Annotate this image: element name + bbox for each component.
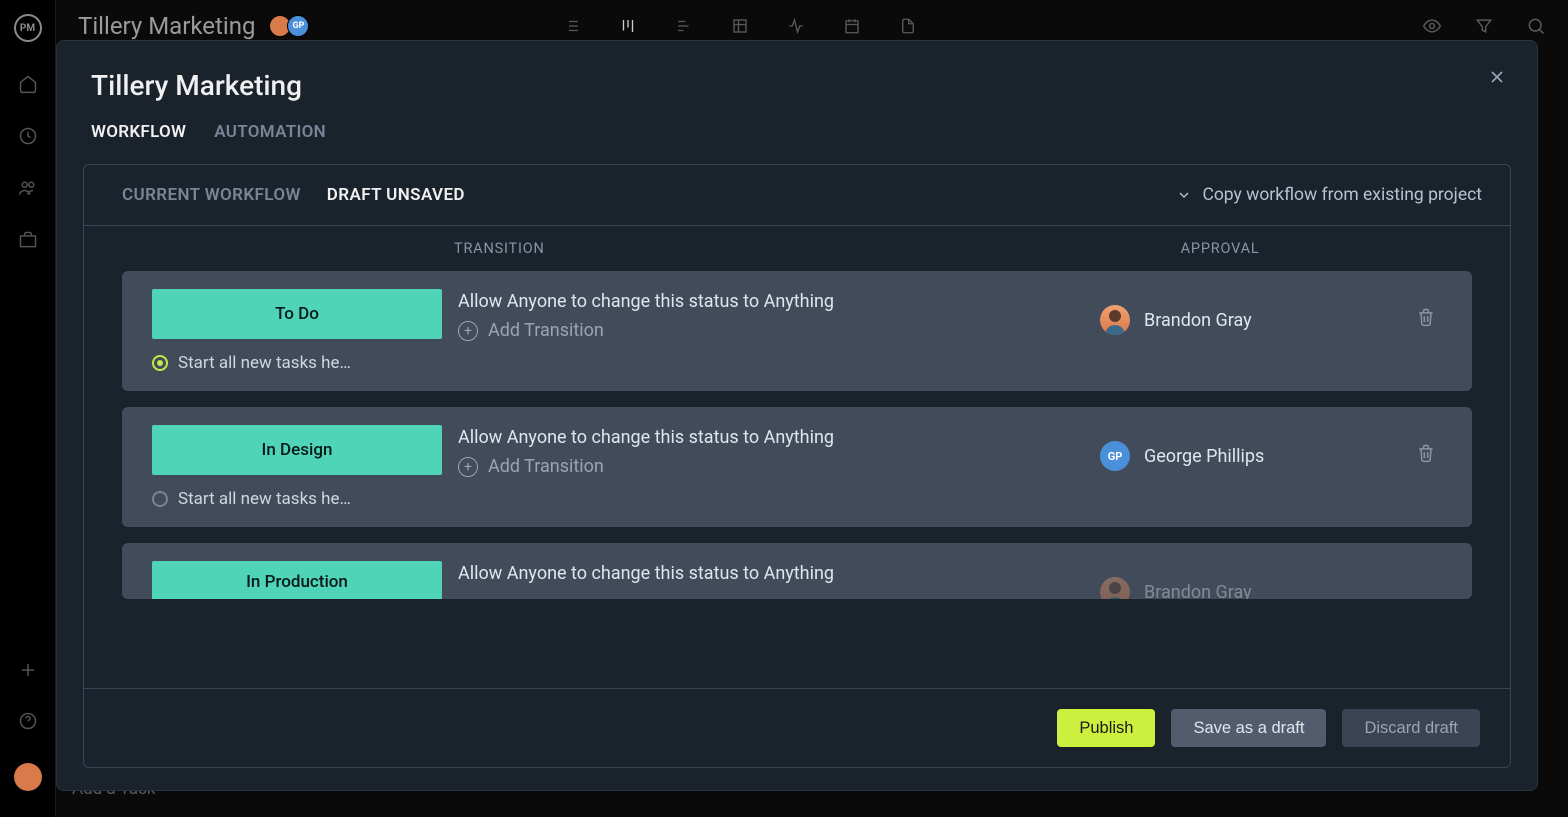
workflow-panel: CURRENT WORKFLOW DRAFT UNSAVED Copy work… bbox=[83, 164, 1511, 768]
modal-header: Tillery Marketing bbox=[57, 41, 1537, 102]
add-transition-label: Add Transition bbox=[488, 456, 604, 477]
transition-text: Allow Anyone to change this status to An… bbox=[458, 563, 1084, 584]
board-view-icon[interactable] bbox=[619, 17, 637, 35]
filter-icon[interactable] bbox=[1474, 16, 1494, 36]
search-icon[interactable] bbox=[1526, 16, 1546, 36]
copy-workflow-label: Copy workflow from existing project bbox=[1202, 185, 1482, 205]
approver-avatar: GP bbox=[1100, 441, 1130, 471]
add-transition-button[interactable]: + Add Transition bbox=[458, 456, 1084, 477]
clock-icon[interactable] bbox=[18, 126, 38, 146]
briefcase-icon[interactable] bbox=[18, 230, 38, 250]
workflow-modal: Tillery Marketing WORKFLOW AUTOMATION CU… bbox=[56, 40, 1538, 791]
workflow-rows: To Do Start all new tasks he… Allow Anyo… bbox=[84, 271, 1510, 688]
chevron-down-icon bbox=[1176, 187, 1192, 203]
workflow-row: In Design Start all new tasks he… Allow … bbox=[122, 407, 1472, 527]
project-title: Tillery Marketing bbox=[78, 12, 255, 40]
transition-text: Allow Anyone to change this status to An… bbox=[458, 427, 1084, 448]
eye-icon[interactable] bbox=[1422, 16, 1442, 36]
tab-automation[interactable]: AUTOMATION bbox=[214, 122, 326, 142]
plus-icon[interactable] bbox=[19, 661, 37, 679]
radio-icon bbox=[152, 355, 168, 371]
user-avatar[interactable] bbox=[14, 763, 42, 791]
save-draft-button[interactable]: Save as a draft bbox=[1171, 709, 1326, 747]
start-label: Start all new tasks he… bbox=[178, 353, 351, 373]
member-avatars[interactable]: GP bbox=[273, 15, 309, 37]
delete-row-button[interactable] bbox=[1416, 289, 1456, 327]
plus-circle-icon: + bbox=[458, 321, 478, 341]
home-icon[interactable] bbox=[18, 74, 38, 94]
header-transition: TRANSITION bbox=[454, 240, 545, 257]
header-approval: APPROVAL bbox=[1181, 240, 1260, 257]
file-icon[interactable] bbox=[899, 17, 917, 35]
people-icon[interactable] bbox=[18, 178, 38, 198]
close-button[interactable] bbox=[1487, 67, 1507, 87]
approver-avatar bbox=[1100, 305, 1130, 335]
workflow-row: In Production Allow Anyone to change thi… bbox=[122, 543, 1472, 599]
approver-avatar bbox=[1100, 577, 1130, 599]
approver-name: George Phillips bbox=[1144, 446, 1264, 467]
subtab-draft[interactable]: DRAFT UNSAVED bbox=[327, 185, 465, 205]
approver-name: Brandon Gray bbox=[1144, 310, 1252, 331]
column-headers: TRANSITION APPROVAL bbox=[84, 226, 1510, 271]
avatar: GP bbox=[287, 15, 309, 37]
view-toolbar bbox=[563, 17, 917, 35]
transition-text: Allow Anyone to change this status to An… bbox=[458, 291, 1084, 312]
tab-workflow[interactable]: WORKFLOW bbox=[91, 122, 186, 142]
right-toolbar bbox=[1422, 16, 1546, 36]
delete-row-button[interactable] bbox=[1416, 561, 1456, 579]
discard-draft-button[interactable]: Discard draft bbox=[1342, 709, 1480, 747]
calendar-icon[interactable] bbox=[843, 17, 861, 35]
help-icon[interactable] bbox=[18, 711, 38, 731]
sidebar: PM bbox=[0, 0, 56, 817]
app-logo[interactable]: PM bbox=[14, 14, 42, 42]
plus-circle-icon: + bbox=[458, 457, 478, 477]
add-transition-button[interactable]: + Add Transition bbox=[458, 320, 1084, 341]
modal-tabs: WORKFLOW AUTOMATION bbox=[57, 102, 1537, 154]
subtab-current[interactable]: CURRENT WORKFLOW bbox=[122, 185, 301, 205]
panel-subtabs: CURRENT WORKFLOW DRAFT UNSAVED Copy work… bbox=[84, 165, 1510, 226]
modal-title: Tillery Marketing bbox=[91, 69, 1503, 102]
status-chip[interactable]: To Do bbox=[152, 289, 442, 339]
add-transition-label: Add Transition bbox=[488, 320, 604, 341]
delete-row-button[interactable] bbox=[1416, 425, 1456, 463]
list-view-icon[interactable] bbox=[563, 17, 581, 35]
start-tasks-radio[interactable]: Start all new tasks he… bbox=[152, 353, 442, 373]
sheet-view-icon[interactable] bbox=[731, 17, 749, 35]
radio-icon bbox=[152, 491, 168, 507]
activity-icon[interactable] bbox=[787, 17, 805, 35]
start-label: Start all new tasks he… bbox=[178, 489, 351, 509]
gantt-view-icon[interactable] bbox=[675, 17, 693, 35]
copy-workflow-link[interactable]: Copy workflow from existing project bbox=[1176, 185, 1482, 205]
start-tasks-radio[interactable]: Start all new tasks he… bbox=[152, 489, 442, 509]
panel-footer: Publish Save as a draft Discard draft bbox=[84, 688, 1510, 767]
workflow-row: To Do Start all new tasks he… Allow Anyo… bbox=[122, 271, 1472, 391]
publish-button[interactable]: Publish bbox=[1057, 709, 1155, 747]
status-chip[interactable]: In Design bbox=[152, 425, 442, 475]
status-chip[interactable]: In Production bbox=[152, 561, 442, 599]
approver-name: Brandon Gray bbox=[1144, 582, 1252, 600]
